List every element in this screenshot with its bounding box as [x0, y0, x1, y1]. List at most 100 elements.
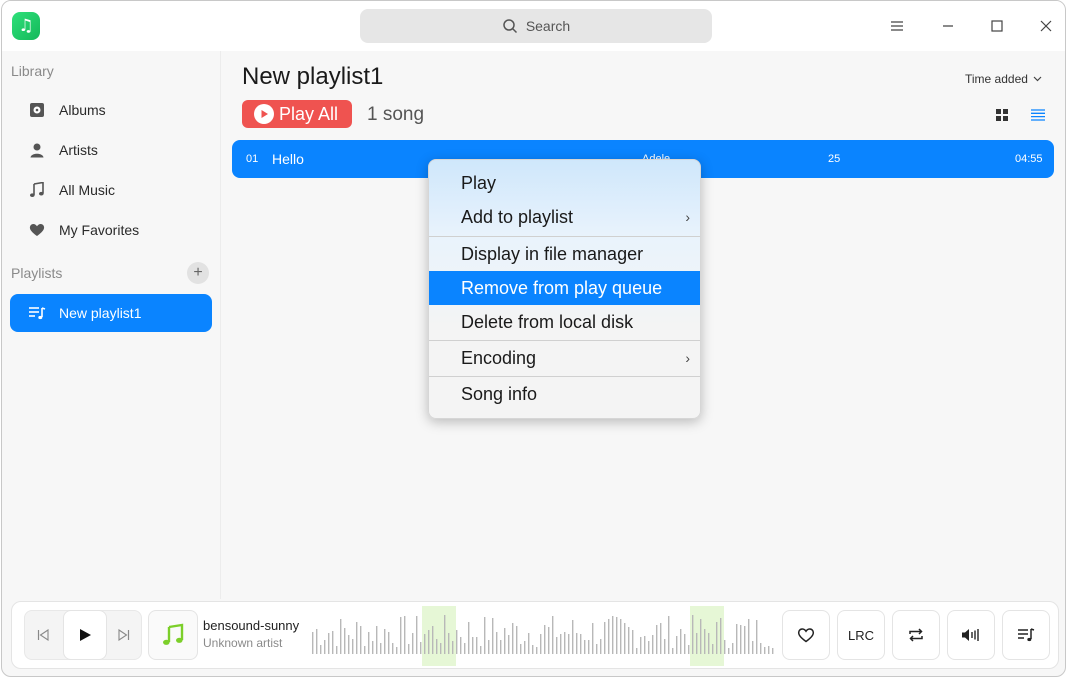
waveform-bar	[616, 617, 618, 654]
page-title: New playlist1	[242, 63, 384, 90]
waveform-bar	[728, 648, 730, 654]
sidebar-item-albums[interactable]: Albums	[10, 91, 212, 129]
sidebar-item-artists[interactable]: Artists	[10, 131, 212, 169]
waveform-bar	[692, 615, 694, 654]
waveform-bar	[360, 626, 362, 654]
grid-view-icon[interactable]	[992, 105, 1012, 125]
repeat-icon	[909, 628, 923, 642]
sidebar: Library Albums Artists All Music My Favo…	[2, 51, 221, 599]
waveform-bar	[612, 616, 614, 654]
waveform-bar	[536, 647, 538, 654]
waveform-bar	[772, 648, 774, 654]
waveform-bar	[524, 641, 526, 654]
waveform-bar	[352, 639, 354, 654]
submenu-arrow-icon: ›	[685, 209, 690, 225]
waveform-bar	[516, 626, 518, 654]
menu-item-label: Delete from local disk	[461, 311, 634, 332]
menu-item-song-info[interactable]: Song info	[429, 377, 700, 411]
waveform-bar	[420, 642, 422, 654]
maximize-icon[interactable]	[985, 14, 1009, 38]
waveform-bar	[720, 618, 722, 654]
sidebar-item-label: Albums	[59, 102, 106, 118]
waveform-bar	[724, 640, 726, 654]
waveform-bar	[480, 646, 482, 654]
waveform-bar	[316, 629, 318, 654]
waveform-progress[interactable]	[310, 606, 776, 666]
play-button[interactable]	[63, 610, 107, 660]
waveform-bar	[748, 619, 750, 654]
repeat-button[interactable]	[892, 610, 940, 660]
menu-item-play[interactable]: Play	[429, 166, 700, 200]
waveform-bar	[768, 646, 770, 654]
menu-item-add-to-playlist[interactable]: Add to playlist ›	[429, 200, 700, 234]
waveform-bar	[548, 627, 550, 654]
sort-label: Time added	[965, 72, 1028, 86]
album-cover[interactable]	[148, 610, 198, 660]
search-placeholder: Search	[525, 18, 571, 34]
waveform-bar	[472, 637, 474, 654]
waveform-bar	[760, 643, 762, 654]
waveform-bar	[520, 644, 522, 654]
waveform-bar	[412, 633, 414, 654]
list-view-icon[interactable]	[1028, 105, 1048, 125]
waveform-highlight	[422, 606, 456, 666]
sort-dropdown[interactable]: Time added	[965, 72, 1042, 86]
waveform-bar	[432, 626, 434, 654]
volume-button[interactable]	[947, 610, 995, 660]
waveform-bar	[732, 643, 734, 654]
sidebar-item-all-music[interactable]: All Music	[10, 171, 212, 209]
play-icon	[80, 629, 91, 641]
favorite-button[interactable]	[782, 610, 830, 660]
waveform-bar	[320, 645, 322, 654]
sidebar-item-my-favorites[interactable]: My Favorites	[10, 211, 212, 249]
title-bar: ♫ Search	[2, 1, 1065, 51]
heart-outline-icon	[797, 628, 815, 643]
sidebar-item-new-playlist1[interactable]: New playlist1	[10, 294, 212, 332]
song-title: Hello	[272, 151, 304, 167]
menu-item-delete-from-local-disk[interactable]: Delete from local disk	[429, 305, 700, 339]
waveform-bar	[440, 643, 442, 654]
waveform-bar	[608, 619, 610, 654]
minimize-icon[interactable]	[936, 14, 960, 38]
search-box[interactable]: Search	[360, 9, 712, 43]
waveform-bar	[336, 646, 338, 654]
waveform-bar	[324, 640, 326, 654]
waveform-bar	[672, 648, 674, 654]
waveform-bar	[684, 634, 686, 654]
waveform-bar	[632, 630, 634, 654]
music-note-icon	[27, 180, 47, 200]
playlist-icon	[27, 303, 47, 323]
waveform-bar	[740, 625, 742, 654]
waveform-bar	[392, 643, 394, 654]
menu-icon[interactable]	[885, 14, 909, 38]
play-queue-button[interactable]	[1002, 610, 1050, 660]
waveform-bar	[744, 626, 746, 654]
waveform-bar	[512, 623, 514, 654]
waveform-bar	[388, 632, 390, 654]
close-icon[interactable]	[1034, 14, 1058, 38]
menu-item-encoding[interactable]: Encoding ›	[429, 341, 700, 375]
next-icon[interactable]	[115, 626, 133, 644]
music-note-icon	[163, 623, 184, 645]
waveform-bar	[712, 644, 714, 654]
waveform-bar	[484, 617, 486, 654]
waveform-bar	[704, 629, 706, 654]
waveform-bar	[596, 644, 598, 654]
waveform-bar	[756, 620, 758, 654]
waveform-bar	[636, 648, 638, 654]
waveform-bar	[604, 622, 606, 654]
waveform-bar	[568, 634, 570, 654]
waveform-bar	[384, 629, 386, 654]
waveform-bar	[328, 633, 330, 654]
queue-icon	[1018, 628, 1035, 642]
volume-icon	[962, 629, 979, 641]
add-playlist-button[interactable]: +	[187, 262, 209, 284]
waveform-bar	[496, 632, 498, 654]
play-all-button[interactable]: Play All	[242, 100, 352, 128]
previous-icon[interactable]	[34, 626, 52, 644]
menu-item-label: Remove from play queue	[461, 277, 663, 298]
menu-item-display-in-file-manager[interactable]: Display in file manager	[429, 237, 700, 271]
lyrics-button[interactable]: LRC	[837, 610, 885, 660]
menu-item-remove-from-play-queue[interactable]: Remove from play queue	[429, 271, 700, 305]
waveform-bar	[364, 646, 366, 654]
